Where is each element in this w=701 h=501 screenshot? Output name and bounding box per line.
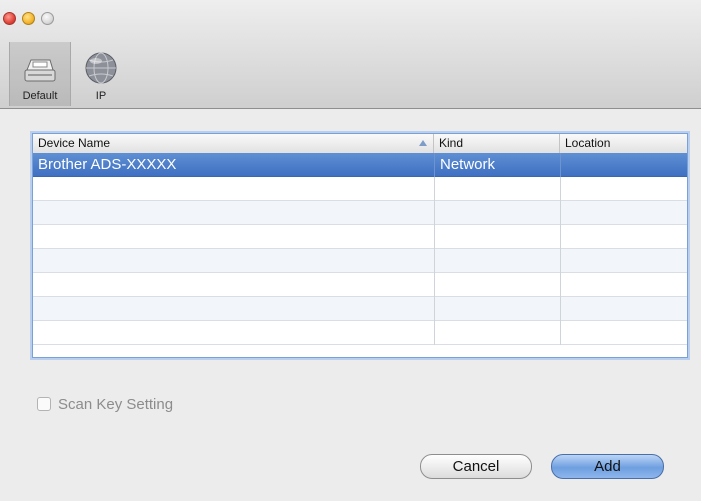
toolbar-default-button[interactable]: Default: [9, 42, 71, 106]
kind-cell: Network: [434, 153, 560, 177]
scan-key-setting-label: Scan Key Setting: [58, 396, 174, 413]
column-header-label: Location: [565, 136, 611, 150]
device-name-cell: Brother ADS-XXXXX: [38, 156, 177, 173]
window-toolbar: Default IP: [0, 0, 701, 109]
close-window-button[interactable]: [3, 12, 16, 25]
device-table[interactable]: Device Name Kind Location Brother ADS-XX…: [32, 133, 688, 358]
column-header-location[interactable]: Location: [560, 134, 687, 153]
add-button[interactable]: Add: [551, 454, 664, 479]
empty-table-row: [33, 249, 687, 273]
cancel-button[interactable]: Cancel: [420, 454, 532, 479]
scanner-icon: [24, 59, 56, 82]
scan-key-setting-checkbox[interactable]: [37, 397, 51, 411]
empty-table-row: [33, 321, 687, 345]
column-header-kind[interactable]: Kind: [434, 134, 560, 153]
location-cell: [560, 153, 687, 177]
table-header: Device Name Kind Location: [33, 134, 687, 154]
column-header-label: Device Name: [38, 136, 111, 150]
zoom-window-button[interactable]: [41, 12, 54, 25]
toolbar-default-label: Default: [22, 90, 58, 102]
toolbar-ip-button[interactable]: IP: [78, 42, 124, 106]
globe-icon: [85, 52, 117, 84]
empty-table-row: [33, 297, 687, 321]
column-header-label: Kind: [439, 136, 464, 150]
toolbar-ip-label: IP: [95, 90, 107, 102]
empty-table-row: [33, 225, 687, 249]
column-header-device-name[interactable]: Device Name: [33, 134, 434, 153]
empty-table-row: [33, 201, 687, 225]
sort-ascending-icon: [419, 140, 427, 146]
minimize-window-button[interactable]: [22, 12, 35, 25]
table-row[interactable]: Brother ADS-XXXXX Network: [33, 153, 687, 177]
empty-table-row: [33, 273, 687, 297]
empty-table-row: [33, 177, 687, 201]
